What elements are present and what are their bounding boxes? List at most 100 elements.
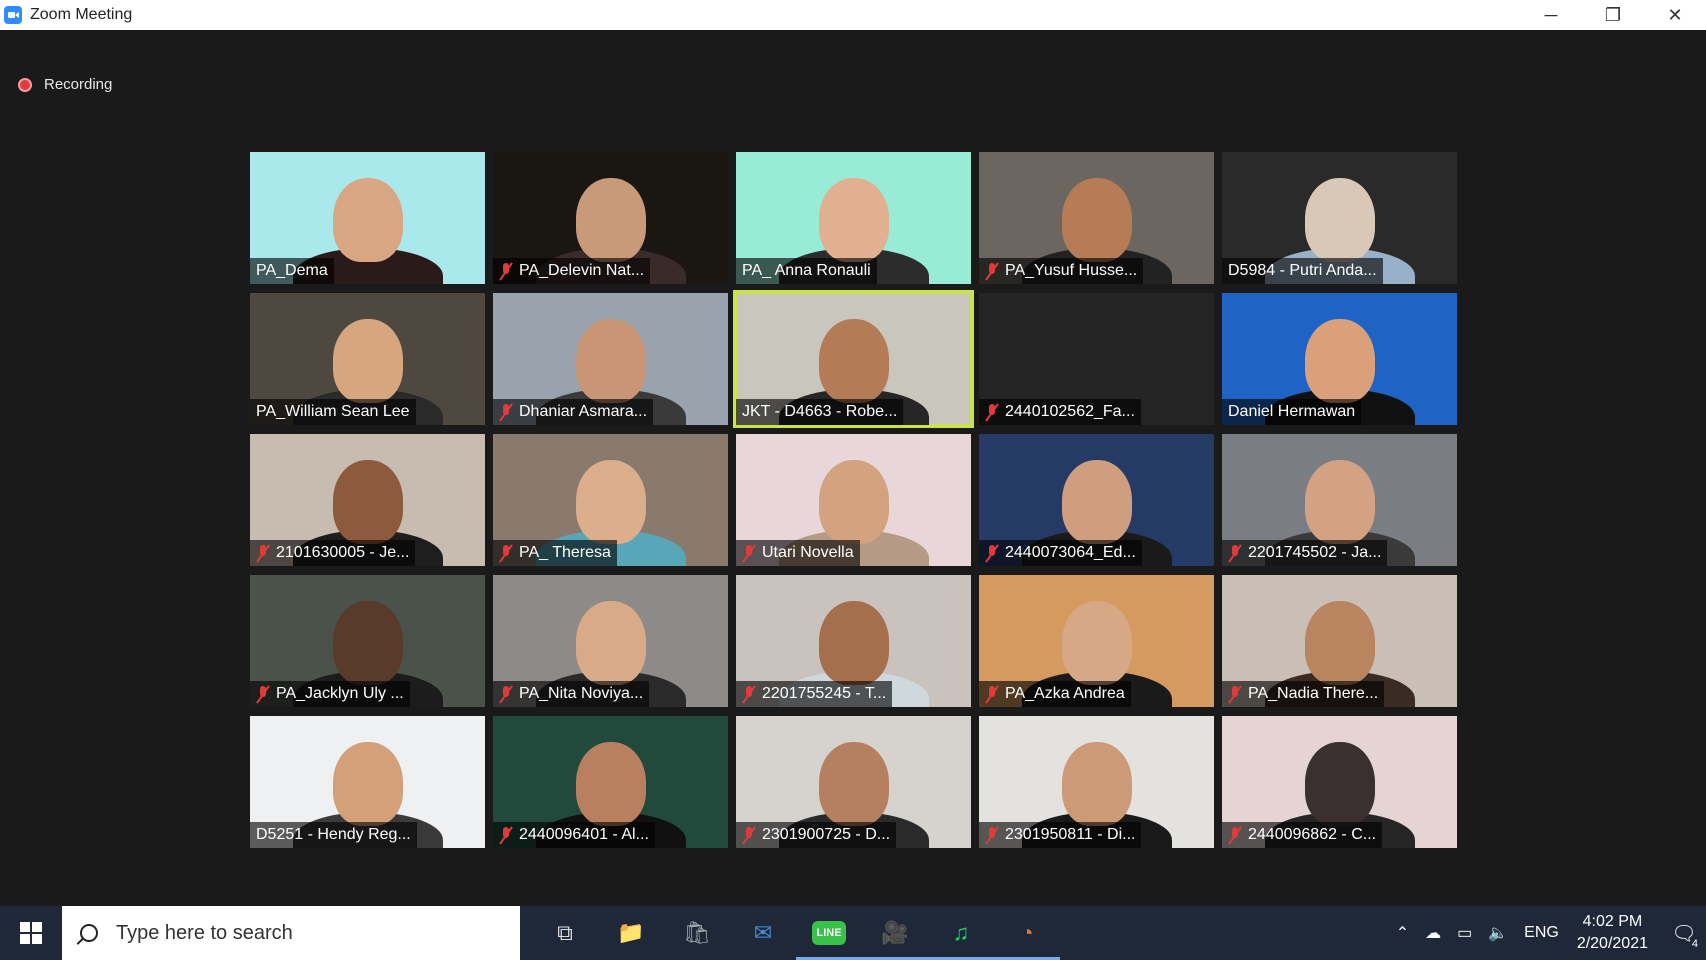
participant-tile[interactable]: PA_Delevin Nat... [493, 152, 728, 284]
participant-name: PA_William Sean Lee [256, 403, 410, 420]
participant-tile[interactable]: 2201755245 - T... [736, 575, 971, 707]
file-explorer-icon: 📁 [617, 920, 645, 945]
window-title: Zoom Meeting [30, 6, 133, 23]
participant-video-face [1304, 319, 1375, 403]
participant-tile[interactable]: D5251 - Hendy Reg... [250, 716, 485, 848]
participant-tile[interactable]: PA_Nita Noviya... [493, 575, 728, 707]
participant-name-label: PA_ Anna Ronauli [736, 258, 877, 284]
recording-label: Recording [44, 76, 113, 93]
participant-name: 2301950811 - Di... [1005, 826, 1136, 843]
participant-tile[interactable]: Dhaniar Asmara... [493, 293, 728, 425]
participant-tile[interactable]: 2440102562_Fa... [979, 293, 1214, 425]
participant-video-face [1304, 742, 1375, 826]
participant-tile[interactable]: JKT - D4663 - Robe... [733, 290, 974, 428]
muted-mic-icon [985, 403, 999, 421]
muted-mic-icon [499, 685, 513, 703]
recording-indicator[interactable]: Recording [18, 76, 112, 93]
muted-mic-icon [742, 685, 756, 703]
participant-tile[interactable]: PA_Yusuf Husse... [979, 152, 1214, 284]
participant-name-label: D5984 - Putri Anda... [1222, 258, 1383, 284]
muted-mic-icon [256, 685, 270, 703]
start-button[interactable] [0, 906, 62, 960]
taskbar-app-microsoft-store[interactable]: 🛍 [664, 906, 730, 960]
muted-mic-icon [256, 544, 270, 562]
participant-video-face [1061, 460, 1132, 544]
participant-tile[interactable]: PA_Azka Andrea [979, 575, 1214, 707]
participant-name: 2101630005 - Je... [276, 544, 410, 561]
participant-name: PA_Delevin Nat... [519, 262, 645, 279]
participant-tile[interactable]: PA_Dema [250, 152, 485, 284]
system-tray: ⌃ ☁ ▭ 🔈 ENG 4:02 PM 2/20/2021 🗨 4 [1388, 906, 1706, 960]
participant-tile[interactable]: PA_William Sean Lee [250, 293, 485, 425]
participant-name-label: 2301950811 - Di... [979, 822, 1142, 848]
participant-tile[interactable]: PA_ Theresa [493, 434, 728, 566]
muted-mic-icon [1228, 826, 1242, 844]
participant-tile[interactable]: 2201745502 - Ja... [1222, 434, 1457, 566]
participant-name-label: PA_ Theresa [493, 540, 617, 566]
show-hidden-icons-icon[interactable]: ⌃ [1396, 923, 1409, 943]
participant-tile[interactable]: Daniel Hermawan [1222, 293, 1457, 425]
participant-video-face [575, 319, 646, 403]
taskbar-app-zoom-app[interactable]: 🎥 [862, 906, 928, 960]
participant-tile[interactable]: PA_Jacklyn Uly ... [250, 575, 485, 707]
participant-tile[interactable]: Utari Novella [736, 434, 971, 566]
taskbar-app-spotify[interactable]: ♫ [928, 906, 994, 960]
muted-mic-icon [985, 826, 999, 844]
taskbar-apps: ⧉ 📁 🛍 ✉ LINE 🎥 ♫ ◔ [532, 906, 1060, 960]
onedrive-icon[interactable]: ☁ [1425, 923, 1441, 943]
participant-video-face [818, 460, 889, 544]
participant-name-label: 2440102562_Fa... [979, 399, 1141, 425]
participant-video-face [575, 601, 646, 685]
participant-tile[interactable]: 2301950811 - Di... [979, 716, 1214, 848]
participant-video-face [1061, 601, 1132, 685]
close-button[interactable]: ✕ [1644, 0, 1706, 30]
participant-video-face [1304, 178, 1375, 262]
restore-button[interactable]: ❐ [1582, 0, 1644, 30]
action-center-button[interactable]: 🗨 4 [1662, 906, 1706, 960]
taskbar-app-mail[interactable]: ✉ [730, 906, 796, 960]
taskbar-app-task-view[interactable]: ⧉ [532, 906, 598, 960]
taskbar-app-timer-app[interactable]: ◔ [994, 906, 1060, 960]
windows-logo-icon [20, 922, 42, 944]
participant-tile[interactable]: 2440073064_Ed... [979, 434, 1214, 566]
muted-mic-icon [742, 826, 756, 844]
participant-video-face [1304, 601, 1375, 685]
clock-time: 4:02 PM [1582, 913, 1643, 930]
participant-name-label: 2101630005 - Je... [250, 540, 416, 566]
spotify-icon: ♫ [952, 920, 970, 945]
participant-name-label: PA_Nita Noviya... [493, 681, 650, 707]
participant-tile[interactable]: 2440096401 - Al... [493, 716, 728, 848]
participant-tile[interactable]: 2101630005 - Je... [250, 434, 485, 566]
participant-tile[interactable]: 2301900725 - D... [736, 716, 971, 848]
muted-mic-icon [499, 262, 513, 280]
participant-tile[interactable]: 2440096862 - C... [1222, 716, 1457, 848]
microsoft-store-icon: 🛍 [683, 920, 711, 945]
muted-mic-icon [985, 685, 999, 703]
participant-name-label: 2440096862 - C... [1222, 822, 1383, 848]
participant-name-label: Daniel Hermawan [1222, 399, 1362, 425]
participant-name: 2440073064_Ed... [1005, 544, 1136, 561]
taskbar-app-file-explorer[interactable]: 📁 [598, 906, 664, 960]
participant-tile[interactable]: PA_ Anna Ronauli [736, 152, 971, 284]
participant-name: Daniel Hermawan [1228, 403, 1356, 420]
taskbar-search-box[interactable]: Type here to search [62, 906, 520, 960]
meeting-area: Recording PA_Dema PA_Delevin Nat... PA_ An… [0, 30, 1706, 906]
participant-name-label: PA_Dema [250, 258, 334, 284]
battery-icon[interactable]: ▭ [1457, 923, 1472, 943]
title-bar: Zoom Meeting ─ ❐ ✕ [0, 0, 1706, 30]
windows-taskbar: Type here to search ⧉ 📁 🛍 ✉ LINE 🎥 ♫ ◔ ⌃ ☁ ▭ 🔈 … [0, 906, 1706, 960]
participant-name: JKT - D4663 - Robe... [742, 403, 898, 420]
participant-name: 2201755245 - T... [762, 685, 887, 702]
language-indicator[interactable]: ENG [1524, 924, 1559, 942]
participant-video-face [1304, 460, 1375, 544]
participant-video-face [575, 460, 646, 544]
participant-name: PA_ Anna Ronauli [742, 262, 871, 279]
participant-tile[interactable]: PA_Nadia There... [1222, 575, 1457, 707]
participant-video-face [332, 742, 403, 826]
taskbar-app-line-app[interactable]: LINE [796, 906, 862, 960]
participant-tile[interactable]: D5984 - Putri Anda... [1222, 152, 1457, 284]
volume-icon[interactable]: 🔈 [1488, 923, 1508, 943]
minimize-button[interactable]: ─ [1520, 0, 1582, 30]
clock[interactable]: 4:02 PM 2/20/2021 [1577, 911, 1648, 955]
muted-mic-icon [742, 544, 756, 562]
